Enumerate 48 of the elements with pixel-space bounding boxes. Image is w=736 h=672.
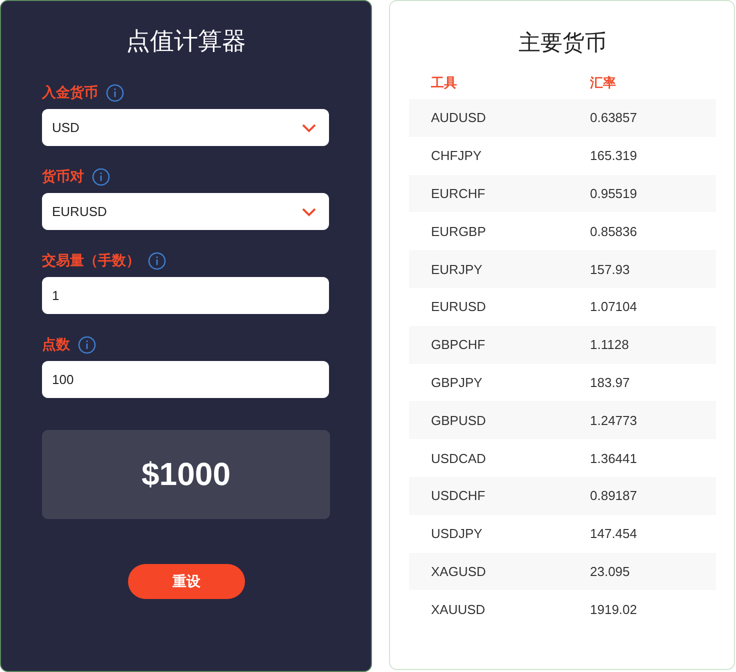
field-label: 入金货币 — [42, 84, 98, 102]
table-cell-text: XAUUSD — [431, 602, 486, 617]
reset-button[interactable]: 重设 — [128, 564, 245, 599]
table-cell: 1.1128 — [590, 337, 629, 352]
field-label: 点数 — [42, 336, 70, 354]
table-cell: 1919.02 — [590, 602, 637, 617]
table-cell-text: GBPCHF — [431, 337, 486, 352]
dropdown[interactable]: EURUSD — [42, 193, 329, 230]
info-icon — [78, 336, 96, 354]
table-cell: 23.095 — [590, 564, 630, 579]
field-label: 交易量（手数） — [42, 252, 140, 270]
table-cell: 183.97 — [590, 374, 630, 390]
table-cell: 157.93 — [590, 262, 630, 277]
table-cell: 147.454 — [590, 526, 637, 542]
table-cell: 1.36441 — [590, 450, 637, 466]
input-field[interactable]: 100 — [42, 361, 329, 398]
field-label: 货币对 — [42, 168, 84, 186]
table-cell-text: EURUSD — [431, 299, 487, 314]
panel-title: 主要货币 — [518, 29, 608, 57]
table-cell: 165.319 — [590, 148, 637, 164]
table-cell: 1.07104 — [590, 299, 637, 314]
info-icon — [106, 84, 124, 102]
table-cell: 0.85836 — [590, 224, 637, 239]
table-cell-text: USDCHF — [431, 488, 486, 504]
table-cell-text: USDCAD — [431, 450, 487, 466]
table-cell-text: GBPUSD — [431, 412, 487, 428]
table-cell-text: EURJPY — [431, 262, 484, 277]
column-header: 汇率 — [590, 74, 616, 92]
chevron-down-icon — [301, 122, 317, 132]
chevron-down-icon — [301, 206, 317, 216]
table-cell: 1.24773 — [590, 412, 637, 428]
result-display: $1000 — [42, 430, 330, 519]
table-cell-text: XAGUSD — [431, 564, 487, 579]
table-cell: 0.95519 — [590, 186, 637, 201]
info-icon — [92, 168, 110, 186]
panel-title: 点值计算器 — [125, 27, 247, 57]
table-cell: 0.63857 — [590, 110, 637, 126]
info-icon — [148, 252, 166, 270]
column-header: 工具 — [431, 74, 458, 92]
table-cell-text: EURGBP — [431, 224, 487, 239]
dropdown[interactable]: USD — [42, 109, 329, 146]
table-cell-text: GBPJPY — [431, 374, 484, 390]
table-cell-text: AUDUSD — [431, 110, 487, 126]
table-cell-text: EURCHF — [431, 186, 486, 201]
table-cell-text: USDJPY — [431, 526, 484, 542]
table-cell-text: CHFJPY — [431, 148, 483, 164]
input-field[interactable]: 1 — [42, 277, 329, 314]
table-cell: 0.89187 — [590, 488, 637, 504]
